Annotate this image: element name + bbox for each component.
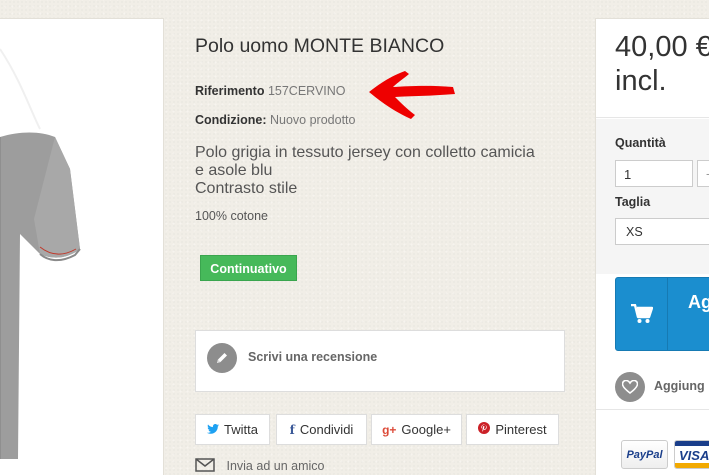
paypal-logo: PayPal xyxy=(621,440,668,469)
condition-label: Condizione: xyxy=(195,113,267,127)
google-plus-icon: g+ xyxy=(382,422,397,437)
buy-box: 40,00 € incl. Quantità 1 - Taglia XS Ag … xyxy=(595,18,709,475)
divider xyxy=(596,409,709,410)
send-to-friend-label: Invia ad un amico xyxy=(226,459,325,473)
quantity-decrease-button[interactable]: - xyxy=(697,160,709,187)
add-to-cart-label: Ag xyxy=(688,292,709,312)
pencil-icon xyxy=(207,343,237,373)
pinterest-share-button[interactable]: Pinterest xyxy=(466,414,559,445)
product-material: 100% cotone xyxy=(195,209,268,223)
facebook-share-button[interactable]: f Condividi xyxy=(276,414,367,445)
size-select[interactable]: XS xyxy=(615,218,709,245)
heart-icon[interactable] xyxy=(615,372,645,402)
google-plus-share-label: Google+ xyxy=(401,422,451,437)
pinterest-icon xyxy=(478,422,491,437)
reference-row: Riferimento 157CERVINO xyxy=(195,84,346,98)
facebook-icon: f xyxy=(289,422,295,437)
quantity-label: Quantità xyxy=(615,136,666,150)
red-arrow-annotation xyxy=(369,71,455,119)
write-review-label: Scrivi una recensione xyxy=(248,350,378,364)
reference-label: Riferimento xyxy=(195,84,265,98)
price-block: 40,00 € incl. xyxy=(596,19,709,118)
envelope-icon xyxy=(195,458,215,472)
condition-value: Nuovo prodotto xyxy=(270,113,356,127)
add-to-cart-button[interactable]: Ag ( xyxy=(615,277,709,351)
product-title: Polo uomo MONTE BIANCO xyxy=(195,35,445,57)
price-tax-note: incl. xyxy=(615,65,667,97)
availability-badge: Continuativo xyxy=(200,255,297,281)
add-to-wishlist-link[interactable]: Aggiung xyxy=(654,379,705,393)
size-label: Taglia xyxy=(615,195,651,209)
pinterest-share-label: Pinterest xyxy=(495,422,547,437)
twitter-share-button[interactable]: Twitta xyxy=(195,414,270,445)
description-line: Contrasto stile xyxy=(195,180,298,197)
condition-row: Condizione: Nuovo prodotto xyxy=(195,113,355,127)
cart-icon xyxy=(616,278,668,350)
facebook-share-label: Condividi xyxy=(299,422,354,437)
reference-value: 157CERVINO xyxy=(267,84,346,98)
product-image-polo xyxy=(0,48,81,459)
google-plus-share-button[interactable]: g+ Google+ xyxy=(371,414,462,445)
twitter-icon xyxy=(207,423,220,437)
quantity-input[interactable]: 1 xyxy=(615,160,693,187)
description-line: Polo grigia in tessuto jersey con collet… xyxy=(195,144,535,161)
send-to-friend-link[interactable]: Invia ad un amico xyxy=(195,458,324,473)
twitter-share-label: Twitta xyxy=(224,422,258,437)
write-review-button[interactable]: Scrivi una recensione xyxy=(195,330,565,392)
product-image-panel[interactable] xyxy=(0,18,164,475)
product-price: 40,00 € xyxy=(615,31,709,63)
visa-logo: VISA xyxy=(674,440,709,469)
description-line: e asole blu xyxy=(195,162,273,179)
product-description: Polo grigia in tessuto jersey con collet… xyxy=(195,144,565,198)
